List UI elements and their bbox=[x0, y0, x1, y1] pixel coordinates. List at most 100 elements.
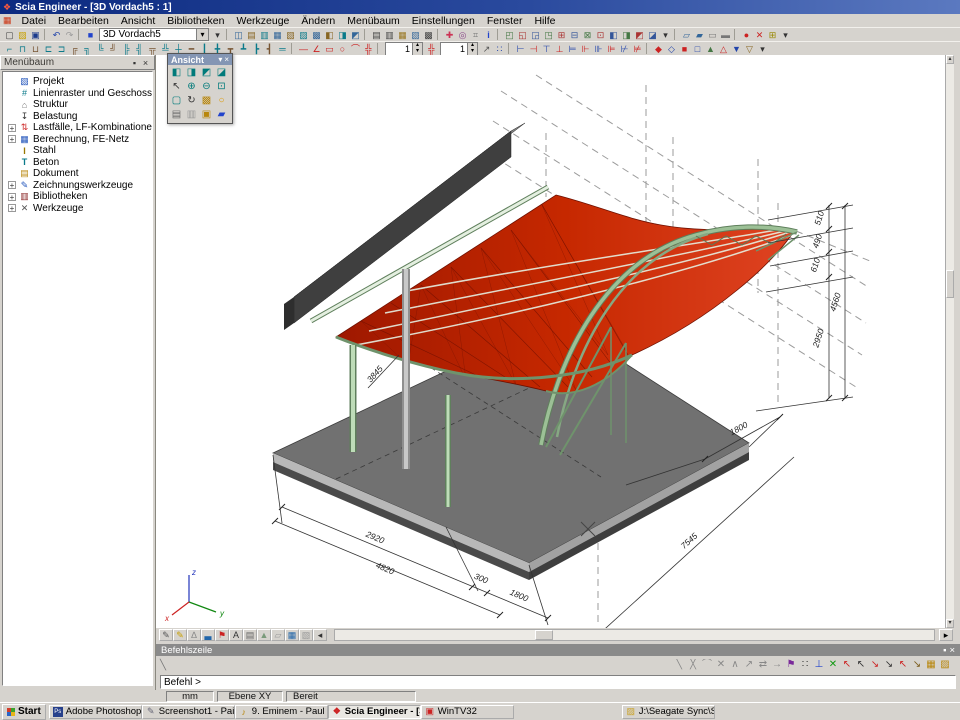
snap-intersection-icon[interactable]: ↘ bbox=[868, 659, 882, 672]
scale-spinner-2[interactable]: 1 ▴▾ bbox=[440, 42, 478, 56]
open-folder-icon[interactable]: ▨ bbox=[16, 29, 29, 41]
plate-icon[interactable]: ⊔ bbox=[29, 43, 42, 55]
zoom-out-icon[interactable]: ⊖ bbox=[199, 80, 214, 94]
sidebar-item-zeichnungswerkzeuge[interactable]: + ✎ Zeichnungswerkzeuge bbox=[3, 180, 152, 192]
select-by-property-icon[interactable]: ✚ bbox=[443, 29, 456, 41]
clipping-box-icon[interactable]: ▦ bbox=[271, 29, 284, 41]
sidebar-item-werkzeuge[interactable]: + ✕ Werkzeuge bbox=[3, 203, 152, 215]
grid-settings-icon[interactable]: ▭ bbox=[706, 29, 719, 41]
cursor-snap-icon[interactable]: ⚑ bbox=[784, 659, 798, 672]
units-panel[interactable]: mm bbox=[166, 691, 214, 702]
sidebar-item-bibliotheken[interactable]: + ▥ Bibliotheken bbox=[3, 191, 152, 203]
sidebar-item-beton[interactable]: T Beton bbox=[3, 157, 152, 169]
scroll-down-icon[interactable]: ▾ bbox=[946, 619, 954, 628]
palette-close-icon[interactable]: × bbox=[224, 55, 229, 64]
close-icon[interactable]: × bbox=[949, 645, 955, 656]
save-icon[interactable]: ▣ bbox=[29, 29, 42, 41]
result-stress-icon[interactable]: ■ bbox=[678, 43, 691, 55]
vector-input-icon[interactable]: ↗ bbox=[742, 659, 756, 672]
working-plane-panel[interactable]: Ebene XY bbox=[217, 691, 283, 702]
close-icon[interactable]: × bbox=[140, 58, 151, 68]
pin-icon[interactable]: ▪ bbox=[129, 58, 140, 68]
background-icon[interactable]: ▣ bbox=[199, 108, 214, 122]
column-icon[interactable]: ⊓ bbox=[16, 43, 29, 55]
sidebar-item-lastfaelle[interactable]: + ⇅ Lastfälle, LF-Kombinationen bbox=[3, 122, 152, 134]
axis-display-icon[interactable]: ∆ bbox=[187, 629, 201, 641]
palette-menu-icon[interactable]: ▾ bbox=[218, 55, 222, 64]
sidebar-item-berechnung[interactable]: + ▦ Berechnung, FE-Netz bbox=[3, 134, 152, 146]
menu-einstellungen[interactable]: Einstellungen bbox=[406, 15, 481, 27]
command-line-header[interactable]: Befehlszeile ▪ × bbox=[156, 644, 960, 656]
draw-angle-icon[interactable]: ∠ bbox=[310, 43, 323, 55]
scale-up-icon[interactable]: ↗ bbox=[480, 43, 493, 55]
draw-arc-icon[interactable]: ⌒ bbox=[349, 43, 362, 55]
ansicht-palette[interactable]: Ansicht ▾ × ◧◨◩◪↖⊕⊖⊡▢↻▩○▤▥▣▰ bbox=[167, 53, 233, 124]
window-new-icon[interactable]: ◪ bbox=[646, 29, 659, 41]
horizontal-scroll-thumb[interactable] bbox=[535, 630, 553, 640]
menu-werkzeuge[interactable]: Werkzeuge bbox=[230, 15, 295, 27]
info-icon[interactable]: i bbox=[482, 29, 495, 41]
expand-icon[interactable] bbox=[8, 158, 16, 166]
support-fixed-icon[interactable]: ⊢ bbox=[514, 43, 527, 55]
draw-rect-icon[interactable]: ▭ bbox=[323, 43, 336, 55]
view-axo-icon[interactable]: ◪ bbox=[214, 66, 229, 80]
extend-icon[interactable]: ┻ bbox=[237, 43, 250, 55]
wall-icon[interactable]: ⊏ bbox=[42, 43, 55, 55]
sidebar-item-dokument[interactable]: ▤ Dokument bbox=[3, 168, 152, 180]
zoom-cursor-icon[interactable]: ↖ bbox=[169, 80, 184, 94]
node-icon[interactable]: ╣ bbox=[133, 43, 146, 55]
view-bottom-icon[interactable]: ⊟ bbox=[568, 29, 581, 41]
haunch-icon[interactable]: ╝ bbox=[107, 43, 120, 55]
sidebar-item-projekt[interactable]: ▧ Projekt bbox=[3, 76, 152, 88]
viewport-horizontal-scrollbar[interactable] bbox=[334, 629, 935, 641]
print-icon[interactable]: ▤ bbox=[370, 29, 383, 41]
menu-fenster[interactable]: Fenster bbox=[481, 15, 529, 27]
window-tile-horizontal-icon[interactable]: ◨ bbox=[620, 29, 633, 41]
load-point-icon[interactable]: ⊨ bbox=[566, 43, 579, 55]
dot-grid-toggle-icon[interactable]: ∷ bbox=[493, 43, 506, 55]
scroll-left-icon[interactable]: ◂ bbox=[313, 629, 327, 641]
document-icon[interactable]: ▩ bbox=[422, 29, 435, 41]
view-x-icon[interactable]: ◧ bbox=[169, 66, 184, 80]
delete-icon[interactable]: ✕ bbox=[753, 29, 766, 41]
refresh-icon[interactable]: ● bbox=[740, 29, 753, 41]
structure-layers-icon[interactable]: ▧ bbox=[284, 29, 297, 41]
clipping-box-icon[interactable]: ▩ bbox=[199, 94, 214, 108]
view-perspective-icon[interactable]: ⊡ bbox=[594, 29, 607, 41]
draw-circle-icon[interactable]: ○ bbox=[336, 43, 349, 55]
new-document-icon[interactable]: ▢ bbox=[3, 29, 16, 41]
wireframe-icon[interactable]: ▱ bbox=[271, 629, 285, 641]
sidebar-item-linienraster[interactable]: # Linienraster und Geschosse bbox=[3, 88, 152, 100]
task-music[interactable]: ♪ 9. Eminem - Paul (Skit) - ... bbox=[235, 705, 328, 719]
scroll-right-icon[interactable]: ▸ bbox=[939, 629, 953, 641]
sidebar-item-stahl[interactable]: I Stahl bbox=[3, 145, 152, 157]
snap-points-icon[interactable]: ✕ bbox=[826, 659, 840, 672]
project-manager-icon[interactable]: ■ bbox=[84, 29, 97, 41]
expand-icon[interactable]: + bbox=[8, 181, 16, 189]
menu-datei[interactable]: Datei bbox=[16, 15, 53, 27]
scroll-up-icon[interactable]: ▴ bbox=[946, 55, 954, 64]
spinner-1-arrows[interactable]: ▴▾ bbox=[412, 43, 422, 55]
expand-icon[interactable] bbox=[8, 112, 16, 120]
snap-orthogonal-icon[interactable]: ↘ bbox=[882, 659, 896, 672]
view-top-icon[interactable]: ⊞ bbox=[555, 29, 568, 41]
layer-manager-icon[interactable]: ▱ bbox=[680, 29, 693, 41]
viewport-vertical-scrollbar[interactable]: ▴ ▾ bbox=[945, 55, 954, 628]
toolbar2-overflow-icon[interactable]: ▾ bbox=[756, 43, 769, 55]
calculation-start-icon[interactable]: ▼ bbox=[730, 43, 743, 55]
perspective-icon[interactable]: ▰ bbox=[214, 108, 229, 122]
copy-icon[interactable]: ═ bbox=[276, 43, 289, 55]
3d-viewport[interactable]: 510 490 610 2950 4560 2920 4820 300 1800… bbox=[156, 55, 945, 628]
result-reactions-icon[interactable]: □ bbox=[691, 43, 704, 55]
calculation-settings-icon[interactable]: ▽ bbox=[743, 43, 756, 55]
menu-menubaum[interactable]: Menübaum bbox=[341, 15, 406, 27]
move-icon[interactable]: ┫ bbox=[263, 43, 276, 55]
visibility-filter-icon[interactable]: ◧ bbox=[323, 29, 336, 41]
load-temperature-icon[interactable]: ⊫ bbox=[605, 43, 618, 55]
scale-spinner-1[interactable]: 1 ▴▾ bbox=[385, 42, 423, 56]
load-surface-icon[interactable]: ⊪ bbox=[592, 43, 605, 55]
window-tile-vertical-icon[interactable]: ◩ bbox=[633, 29, 646, 41]
new-project-item-icon[interactable]: ⊞ bbox=[766, 29, 779, 41]
angle-snap-icon[interactable]: ∧ bbox=[728, 659, 742, 672]
vertical-scroll-thumb[interactable] bbox=[946, 270, 954, 298]
